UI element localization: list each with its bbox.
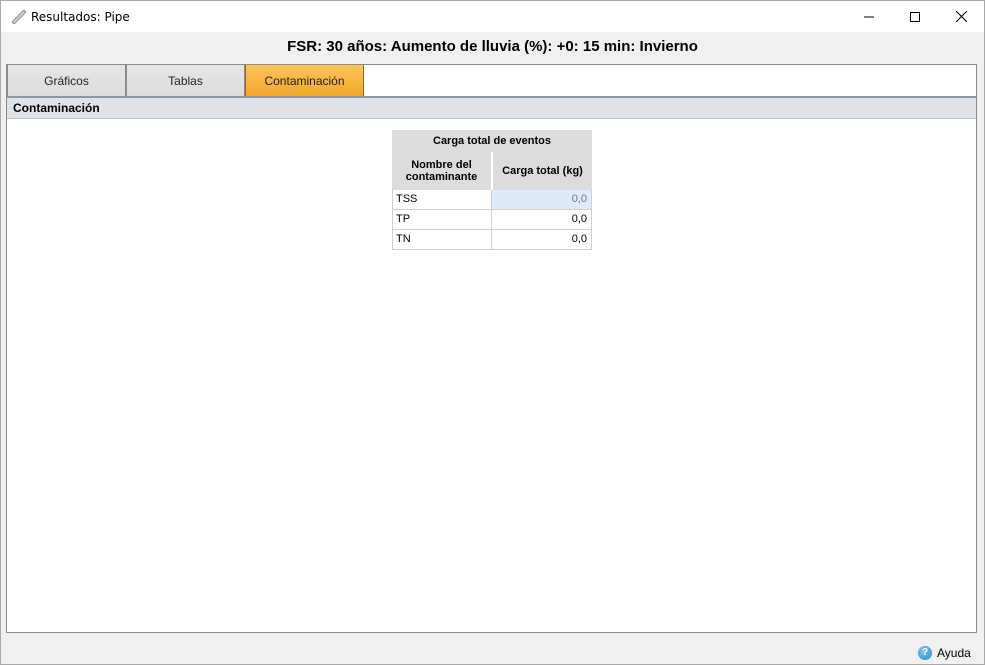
window-title: Resultados: Pipe [31,10,130,24]
table-group-header: Carga total de eventos [392,130,592,152]
title-bar: Resultados: Pipe [1,1,984,32]
tab-contaminacion[interactable]: Contaminación [245,65,364,97]
help-button[interactable]: ? Ayuda [918,646,971,660]
column-header-name[interactable]: Nombre del contaminante [392,152,491,190]
help-label: Ayuda [937,646,971,660]
results-window: Resultados: Pipe FSR: 30 años: Aumento d… [0,0,985,665]
tab-strip: Gráficos Tablas Contaminación [7,65,976,97]
maximize-icon [910,11,920,22]
page-title: FSR: 30 años: Aumento de lluvia (%): +0:… [287,38,698,55]
total-load-cell[interactable]: 0,0 [492,210,591,229]
pollutant-name-cell[interactable]: TN [393,230,492,249]
pollutant-name-cell[interactable]: TSS [393,190,492,209]
column-header-load[interactable]: Carga total (kg) [492,152,592,190]
total-load-cell[interactable]: 0,0 [492,190,591,209]
section-header: Contaminación [7,96,976,119]
table-row: TP 0,0 [392,210,592,230]
close-icon [955,11,967,22]
close-button[interactable] [938,1,984,32]
minimize-icon [864,16,874,17]
table-row: TN 0,0 [392,230,592,250]
minimize-button[interactable] [846,1,892,32]
total-load-cell[interactable]: 0,0 [492,230,591,249]
tab-graficos[interactable]: Gráficos [7,65,126,97]
tab-tablas[interactable]: Tablas [126,65,245,97]
maximize-button[interactable] [892,1,938,32]
help-icon: ? [918,646,932,660]
table-row: TSS 0,0 [392,190,592,210]
pollutant-name-cell[interactable]: TP [393,210,492,229]
content-frame: Gráficos Tablas Contaminación Contaminac… [6,64,977,633]
pipe-icon [12,10,26,24]
